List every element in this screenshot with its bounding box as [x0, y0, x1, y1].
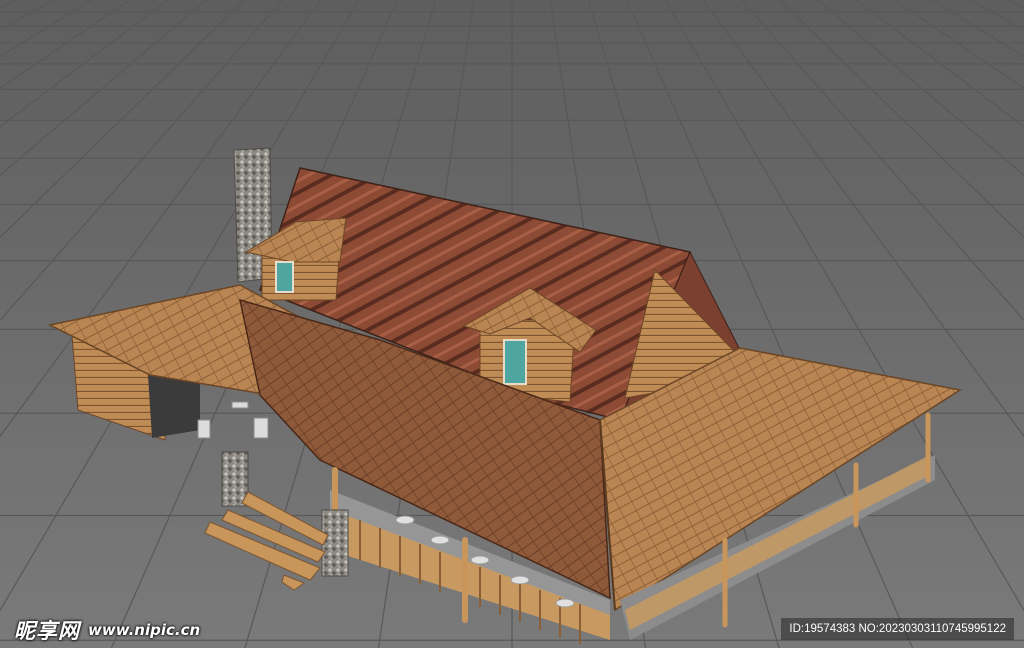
viewport-render [0, 0, 1024, 648]
watermark-url: www.nipic.cn [88, 621, 201, 639]
watermark-logo: 昵享网 www.nipic.cn [14, 616, 200, 644]
3d-viewport[interactable]: 昵享网 www.nipic.cn ID:19574383 NO:20230303… [0, 0, 1024, 648]
watermark-site-name: 昵享网 [14, 619, 80, 643]
watermark-id: ID:19574383 NO:20230303110745995122 [781, 618, 1014, 640]
